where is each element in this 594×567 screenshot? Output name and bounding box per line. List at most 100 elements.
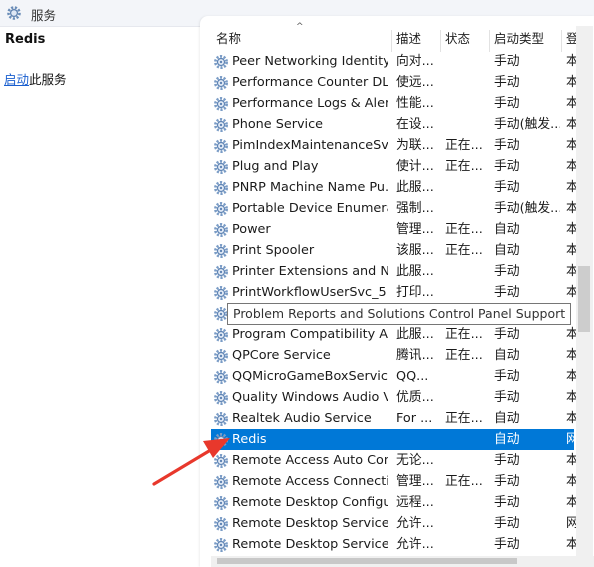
start-service-suffix: 此服务 <box>29 72 67 87</box>
service-startup-type: 自动 <box>494 432 520 447</box>
window-title: 服务 <box>31 8 57 23</box>
service-startup-type: 手动 <box>494 453 520 468</box>
service-row[interactable]: Quality Windows Audio V... 优质... 手动本 <box>211 387 579 408</box>
service-status: 正在... <box>445 222 483 237</box>
horizontal-scrollbar-thumb[interactable] <box>217 558 517 564</box>
service-description: 为联... <box>396 138 434 153</box>
vertical-scrollbar-thumb[interactable] <box>578 266 590 332</box>
service-row[interactable]: Remote Desktop Service... 允许... 手动本 <box>211 534 579 555</box>
service-name: Program Compatibility A... <box>232 327 388 342</box>
service-gear-icon <box>214 328 228 342</box>
service-row[interactable]: Program Compatibility A... 此服... 正在... 手动本 <box>211 324 579 345</box>
service-startup-type: 手动 <box>494 96 520 111</box>
service-description: For ... <box>396 411 433 426</box>
service-row[interactable]: QQMicroGameBoxService QQ... 手动本 <box>211 366 579 387</box>
service-gear-icon <box>214 118 228 132</box>
service-name: PimIndexMaintenanceSvc... <box>232 138 388 153</box>
service-gear-icon <box>214 454 228 468</box>
service-description: 向对... <box>396 54 434 69</box>
service-description: 此服... <box>396 327 434 342</box>
service-startup-type: 手动 <box>494 159 520 174</box>
service-row[interactable]: Performance Counter DL... 使远... 手动本 <box>211 72 579 93</box>
service-name: QPCore Service <box>232 348 331 363</box>
service-name: Remote Desktop Service... <box>232 537 388 552</box>
service-startup-type: 手动 <box>494 264 520 279</box>
service-row[interactable]: QPCore Service 腾讯... 正在... 自动本 <box>211 345 579 366</box>
service-row[interactable]: Remote Desktop Services 允许... 手动网 <box>211 513 579 534</box>
service-gear-icon <box>214 412 228 426</box>
service-row[interactable]: PimIndexMaintenanceSvc...为联...正在...手动本 <box>211 135 579 156</box>
service-description: QQ... <box>396 369 429 384</box>
service-status: 正在... <box>445 474 483 489</box>
service-row[interactable]: PNRP Machine Name Pu... 此服... 手动本 <box>211 177 579 198</box>
service-startup-type: 手动(触发... <box>494 201 560 216</box>
service-row[interactable]: Remote Access Auto Con... 无论... 手动本 <box>211 450 579 471</box>
service-name: PNRP Machine Name Pu... <box>232 180 388 195</box>
service-row[interactable]: Portable Device Enumera...强制...手动(触发...本 <box>211 198 579 219</box>
service-gear-icon <box>214 202 228 216</box>
service-name: Print Spooler <box>232 243 315 258</box>
service-startup-type: 手动 <box>494 516 520 531</box>
column-header-status[interactable]: 状态 <box>440 30 485 52</box>
service-startup-type: 手动 <box>494 537 520 552</box>
service-description: 性能... <box>396 96 434 111</box>
start-service-action: 启动此服务 <box>4 69 67 88</box>
tooltip: Problem Reports and Solutions Control Pa… <box>227 303 572 325</box>
horizontal-scrollbar[interactable] <box>211 556 594 567</box>
service-row[interactable]: Realtek Audio Service For ... 正在... 自动本 <box>211 408 579 429</box>
service-row[interactable]: Plug and Play 使计... 正在... 手动本 <box>211 156 579 177</box>
service-row[interactable]: PrintWorkflowUserSvc_51...打印...手动本 <box>211 282 579 303</box>
column-header-description[interactable]: 描述 <box>391 30 436 52</box>
service-row[interactable]: Print Spooler 该服... 正在... 自动本 <box>211 240 579 261</box>
service-description: 该服... <box>396 243 434 258</box>
service-description: 优质... <box>396 390 434 405</box>
column-header-startup-type[interactable]: 启动类型 <box>489 30 556 52</box>
service-row[interactable]: Performance Logs & Aler... 性能... 手动本 <box>211 93 579 114</box>
service-name: Quality Windows Audio V... <box>232 390 388 405</box>
service-gear-icon <box>214 160 228 174</box>
service-startup-type: 手动 <box>494 390 520 405</box>
service-row[interactable]: Remote Access Connecti... 管理... 正在... 手动本 <box>211 471 579 492</box>
service-name: Remote Desktop Configu... <box>232 495 388 510</box>
service-startup-type: 手动 <box>494 138 520 153</box>
vertical-scrollbar[interactable] <box>576 26 593 556</box>
service-gear-icon <box>214 496 228 510</box>
service-description: 使计... <box>396 159 434 174</box>
start-service-link[interactable]: 启动 <box>4 72 29 87</box>
service-name: PrintWorkflowUserSvc_51... <box>232 285 388 300</box>
service-startup-type: 手动 <box>494 495 520 510</box>
service-name: Redis <box>232 432 267 447</box>
service-startup-type: 手动 <box>494 474 520 489</box>
service-row[interactable]: Phone Service 在设... 手动(触发... 本 <box>211 114 579 135</box>
service-row[interactable]: Redis 自动网 <box>211 429 579 450</box>
service-startup-type: 自动 <box>494 411 520 426</box>
service-gear-icon <box>214 349 228 363</box>
service-row[interactable]: Printer Extensions and N... 此服... 手动本 <box>211 261 579 282</box>
service-status: 正在... <box>445 138 483 153</box>
service-name: Peer Networking Identity... <box>232 54 388 69</box>
service-description: 管理... <box>396 474 434 489</box>
service-gear-icon <box>214 181 228 195</box>
service-row[interactable]: Remote Desktop Configu... 远程... 手动本 <box>211 492 579 513</box>
service-description: 使远... <box>396 75 434 90</box>
service-gear-icon <box>214 139 228 153</box>
service-status: 正在... <box>445 327 483 342</box>
service-description: 远程... <box>396 495 434 510</box>
service-startup-type: 手动 <box>494 369 520 384</box>
service-description: 允许... <box>396 516 434 531</box>
service-row[interactable]: Peer Networking Identity... 向对... 手动本 <box>211 51 579 72</box>
column-header-name[interactable]: 名称 <box>216 30 386 52</box>
service-startup-type: 自动 <box>494 348 520 363</box>
service-row[interactable]: Power 管理... 正在... 自动本 <box>211 219 579 240</box>
service-startup-type: 自动 <box>494 222 520 237</box>
service-name: Remote Desktop Services <box>232 516 388 531</box>
service-gear-icon <box>214 538 228 552</box>
service-description: 无论... <box>396 453 434 468</box>
service-gear-icon <box>214 265 228 279</box>
service-startup-type: 手动 <box>494 75 520 90</box>
service-name: QQMicroGameBoxService <box>232 369 388 384</box>
gear-icon <box>7 6 21 20</box>
service-status: 正在... <box>445 243 483 258</box>
service-gear-icon <box>214 223 228 237</box>
service-gear-icon <box>214 286 228 300</box>
